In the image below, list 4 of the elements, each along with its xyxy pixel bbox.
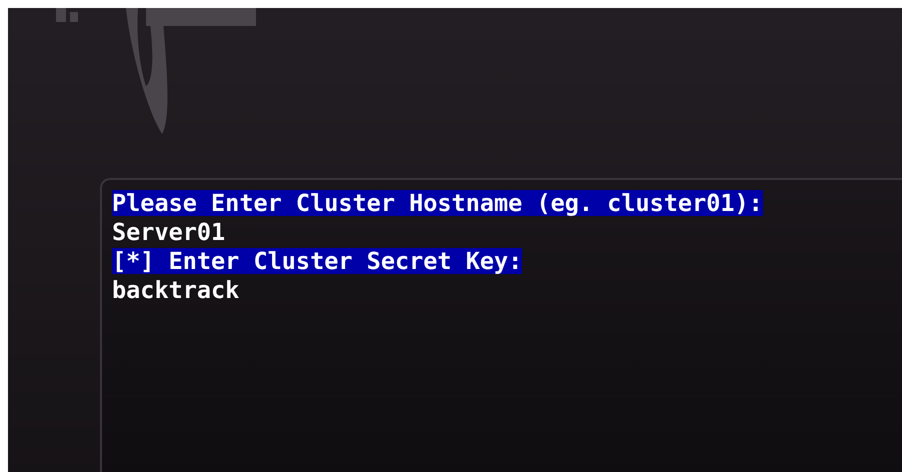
typed-text: Server01 — [112, 218, 226, 244]
terminal-prompt: [*] Enter Cluster Secret Key: — [112, 248, 522, 274]
terminal-prompt: Please Enter Cluster Hostname (eg. cluster01): — [112, 190, 763, 216]
typed-text: backtrack — [112, 276, 240, 302]
